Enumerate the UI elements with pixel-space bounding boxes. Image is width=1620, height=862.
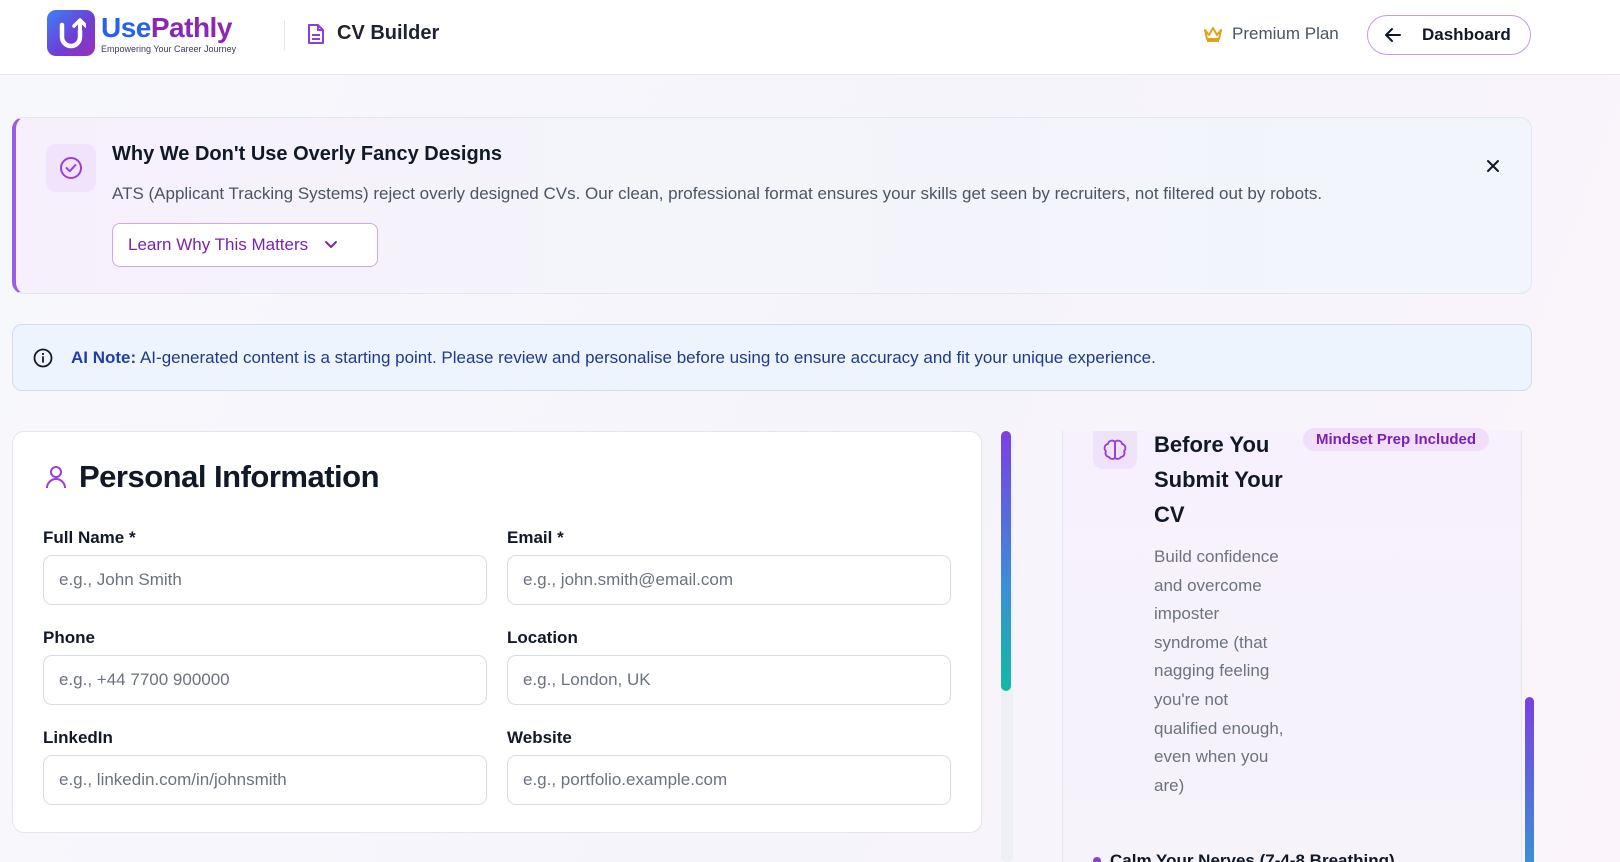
phone-label: Phone [43,628,95,647]
document-icon [308,23,324,44]
phone-field: Phone [43,628,487,705]
mindset-prep-badge: Mindset Prep Included [1303,428,1490,451]
form-scrollbar-thumb[interactable] [1001,431,1011,691]
calm-nerves-item[interactable]: Calm Your Nerves (7-4-8 Breathing) [1093,851,1395,862]
email-input[interactable] [507,555,951,605]
full-name-field: Full Name * [43,528,487,605]
linkedin-field: LinkedIn [43,728,487,805]
banner-text: ATS (Applicant Tracking Systems) reject … [112,184,1323,203]
brand-tagline: Empowering Your Career Journey [101,43,237,54]
ai-note-label: AI Note: [71,347,137,367]
user-icon [46,466,66,489]
calm-nerves-label: Calm Your Nerves (7-4-8 Breathing) [1110,851,1395,862]
premium-plan-indicator: Premium Plan [1203,24,1339,44]
location-input[interactable] [507,655,951,705]
website-input[interactable] [507,755,951,805]
full-name-input[interactable] [43,555,487,605]
location-field: Location [507,628,951,705]
full-name-label: Full Name * [43,528,136,547]
info-icon [33,348,53,367]
chevron-down-icon [325,241,338,248]
learn-why-button[interactable]: Learn Why This Matters [112,223,378,267]
dashboard-button-label: Dashboard [1422,25,1511,44]
website-label: Website [507,728,572,747]
ai-note-text: AI Note: AI-generated content is a start… [71,348,1156,368]
page-title: CV Builder [307,22,439,45]
ai-note-banner: AI Note: AI-generated content is a start… [12,324,1532,391]
website-field: Website [507,728,951,805]
mindset-prep-description: Build confidence and overcome imposter s… [1154,547,1284,795]
arrow-left-icon [1385,28,1401,42]
email-label: Email * [507,528,564,547]
ai-note-body: AI-generated content is a starting point… [139,347,1156,367]
linkedin-label: LinkedIn [43,728,113,747]
mindset-prep-panel: Before You Submit Your CV Mindset Prep I… [1062,428,1522,862]
banner-title: Why We Don't Use Overly Fancy Designs [112,143,503,165]
linkedin-input[interactable] [43,755,487,805]
close-icon [1487,160,1499,172]
top-header: UsePathly Empowering Your Career Journey… [0,0,1620,75]
mindset-prep-title: Before You Submit Your CV [1154,432,1283,527]
brand-name: UsePathly [101,11,232,43]
check-circle-icon [46,144,96,192]
page-title-text: CV Builder [337,22,440,44]
dashboard-button[interactable]: Dashboard [1367,15,1531,55]
brain-icon [1093,431,1137,469]
close-banner-button[interactable] [1481,154,1505,178]
usepathly-logo[interactable]: UsePathly Empowering Your Career Journey [47,10,236,56]
header-divider [284,20,285,50]
email-field: Email * [507,528,951,605]
crown-icon [1204,27,1222,42]
learn-why-label: Learn Why This Matters [128,235,309,254]
logo-icon [47,10,95,56]
personal-information-title: Personal Information [79,459,380,494]
premium-plan-label: Premium Plan [1232,24,1339,43]
bullet-dot [1093,857,1101,862]
personal-information-card: Personal Information Full Name * Email *… [12,431,982,833]
location-label: Location [507,628,578,647]
phone-input[interactable] [43,655,487,705]
panel-scrollbar-thumb[interactable] [1525,697,1534,862]
ats-info-banner: Why We Don't Use Overly Fancy Designs AT… [12,117,1532,294]
